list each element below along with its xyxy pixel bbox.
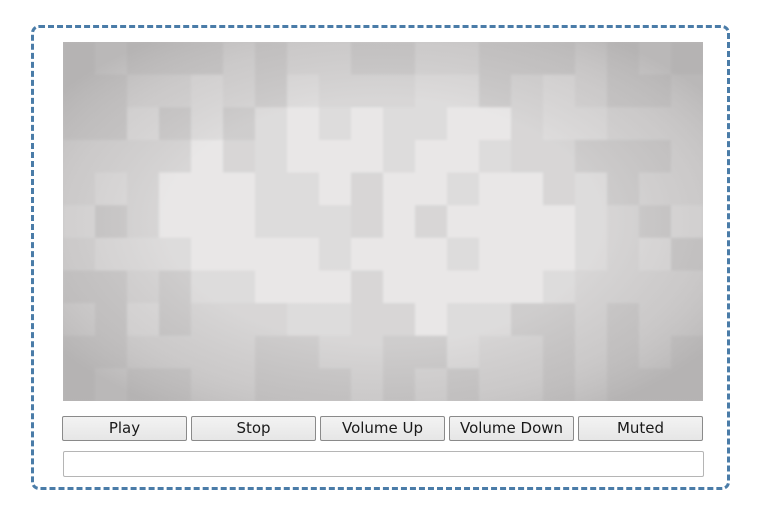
- status-input[interactable]: [63, 451, 704, 477]
- stop-button[interactable]: Stop: [191, 416, 316, 441]
- playback-controls: Play Stop Volume Up Volume Down Muted: [62, 416, 705, 441]
- volume-down-button[interactable]: Volume Down: [449, 416, 574, 441]
- video-display[interactable]: [63, 42, 703, 401]
- video-frame-image: [63, 42, 703, 401]
- volume-up-button[interactable]: Volume Up: [320, 416, 445, 441]
- mute-button[interactable]: Muted: [578, 416, 703, 441]
- play-button[interactable]: Play: [62, 416, 187, 441]
